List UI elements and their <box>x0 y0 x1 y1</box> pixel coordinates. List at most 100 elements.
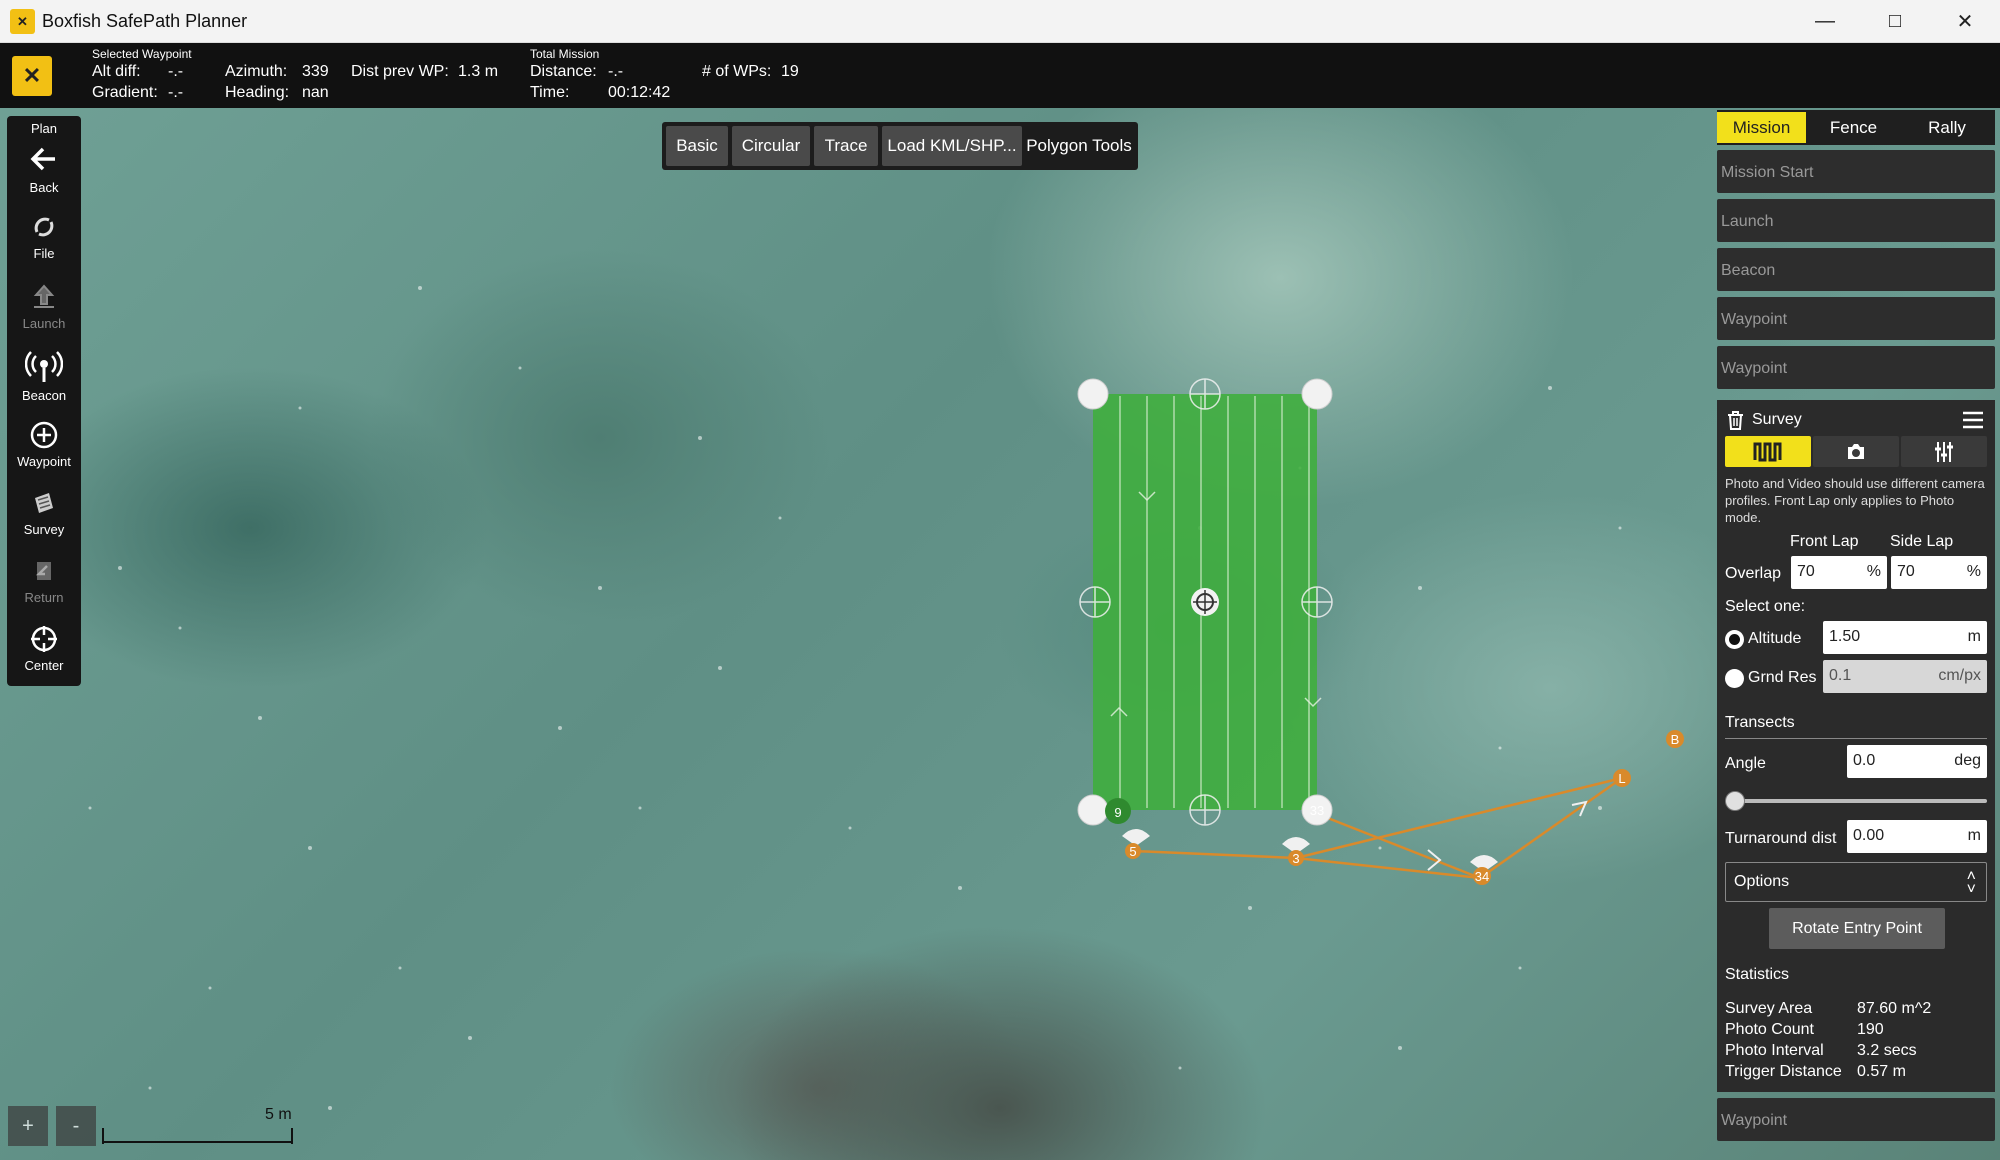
camera-icon <box>1848 444 1864 459</box>
list-item-waypoint[interactable]: Waypoint <box>1717 297 1995 340</box>
marker-3-label: 3 <box>1292 851 1299 866</box>
boxfish-logo-icon[interactable]: ✕ <box>12 56 52 96</box>
chevron-updown-icon: ˄ ˅ <box>1966 868 1976 898</box>
stat-label: Photo Interval <box>1725 1042 1824 1059</box>
tab-fence[interactable]: Fence <box>1809 112 1898 143</box>
polygon-toolbar: Basic Circular Trace Load KML/SHP... Pol… <box>662 122 1138 170</box>
polygon-tools-button[interactable]: Polygon Tools <box>1024 126 1134 166</box>
options-label: Options <box>1734 873 1790 890</box>
azimuth-value: 339 <box>302 63 329 80</box>
wps-value: 19 <box>781 63 799 80</box>
tab-survey-pattern[interactable] <box>1725 436 1811 467</box>
side-lap-unit: % <box>1966 563 1981 580</box>
launch-button[interactable]: Launch <box>7 282 81 331</box>
azimuth-label: Azimuth: <box>225 63 288 80</box>
map-overlay: 9 5 3 33 34 L B <box>58 286 1684 1144</box>
statistics-header: Statistics <box>1725 966 1790 983</box>
angle-label: Angle <box>1725 755 1766 772</box>
polygon-center-handle[interactable] <box>1191 588 1219 616</box>
center-button[interactable]: Center <box>7 624 81 673</box>
beacon-button[interactable]: Beacon <box>7 350 81 403</box>
sliders-icon <box>1935 442 1953 462</box>
waypoint-button[interactable]: Waypoint <box>7 420 81 469</box>
survey-icon <box>35 493 53 513</box>
rotate-entry-point-button[interactable]: Rotate Entry Point <box>1769 908 1945 949</box>
grnd-res-value: 0.1 <box>1829 667 1852 684</box>
tab-camera[interactable] <box>1813 436 1899 467</box>
marker-9-label: 9 <box>1114 805 1121 820</box>
maximize-button[interactable]: □ <box>1860 0 1930 43</box>
zoom-out-button[interactable]: - <box>56 1106 96 1146</box>
survey-title: Survey <box>1752 411 1802 428</box>
list-item-waypoint[interactable]: Waypoint <box>1717 346 1995 389</box>
trash-icon[interactable] <box>1726 410 1745 430</box>
mission-status-bar: ✕ Selected Waypoint Alt diff: -.- Gradie… <box>0 43 2000 108</box>
map-view[interactable]: 9 5 3 33 34 L B 5 m + - <box>0 108 2000 1160</box>
alt-diff-value: -.- <box>168 63 184 80</box>
launch-label: Launch <box>22 316 66 331</box>
plan-header: Plan <box>30 121 58 136</box>
return-button[interactable]: Return <box>7 556 81 605</box>
close-button[interactable]: ✕ <box>1930 0 2000 43</box>
scale-label: 5 m <box>265 1106 292 1123</box>
return-label: Return <box>24 590 64 605</box>
heading-value: nan <box>302 84 329 101</box>
marker-launch-label: L <box>1618 771 1625 786</box>
time-label: Time: <box>530 84 570 101</box>
grnd-res-radio[interactable] <box>1725 669 1744 688</box>
distance-label: Distance: <box>530 63 597 80</box>
time-value: 00:12:42 <box>608 84 671 101</box>
back-label: Back <box>29 180 59 195</box>
options-dropdown[interactable]: Options ˄ ˅ <box>1725 862 1987 902</box>
turnaround-unit: m <box>1967 827 1981 844</box>
survey-label: Survey <box>23 522 65 537</box>
angle-slider-track[interactable] <box>1725 799 1987 803</box>
back-button[interactable]: Back <box>7 142 81 195</box>
circular-button[interactable]: Circular <box>732 126 810 166</box>
front-lap-label: Front Lap <box>1790 533 1859 550</box>
waypoint-plus-icon <box>30 421 58 449</box>
trace-button[interactable]: Trace <box>814 126 878 166</box>
alt-diff-label: Alt diff: <box>92 63 141 80</box>
map-scale-bar <box>102 1128 293 1144</box>
dist-prev-value: 1.3 m <box>458 63 499 80</box>
angle-value: 0.0 <box>1853 752 1876 769</box>
list-item-mission-start[interactable]: Mission Start <box>1717 150 1995 193</box>
list-item-launch[interactable]: Launch <box>1717 199 1995 242</box>
file-button[interactable]: File <box>7 212 81 261</box>
tab-settings[interactable] <box>1901 436 1987 467</box>
mission-panel: Mission Fence Rally Mission Start Launch… <box>1717 110 1995 1160</box>
survey-button[interactable]: Survey <box>7 488 81 537</box>
plan-toolbar: Plan Back File Launch Beacon Waypoint Su… <box>7 116 81 686</box>
selected-waypoint-header: Selected Waypoint <box>92 47 192 61</box>
crosshair-icon <box>31 626 57 652</box>
list-item-beacon[interactable]: Beacon <box>1717 248 1995 291</box>
wps-label: # of WPs: <box>702 63 772 80</box>
side-lap-field[interactable]: 70 % <box>1891 556 1987 589</box>
file-label: File <box>33 246 55 261</box>
turnaround-field[interactable]: 0.00 m <box>1847 820 1987 853</box>
gradient-value: -.- <box>168 84 184 101</box>
load-kml-button[interactable]: Load KML/SHP... <box>882 126 1022 166</box>
grnd-res-field[interactable]: 0.1 cm/px <box>1823 660 1987 693</box>
altitude-field[interactable]: 1.50 m <box>1823 621 1987 654</box>
gradient-label: Gradient: <box>92 84 158 101</box>
zoom-in-button[interactable]: + <box>8 1106 48 1146</box>
angle-slider-handle[interactable] <box>1725 791 1745 811</box>
minimize-button[interactable]: — <box>1790 0 1860 43</box>
select-one-label: Select one: <box>1725 598 1806 615</box>
hamburger-menu-icon[interactable] <box>1962 411 1984 429</box>
boxfish-logo-icon: ✕ <box>10 9 35 34</box>
tab-rally[interactable]: Rally <box>1901 112 1993 143</box>
marker-33-label: 33 <box>1310 803 1324 818</box>
transects-divider <box>1725 738 1987 739</box>
front-lap-field[interactable]: 70 % <box>1791 556 1887 589</box>
side-lap-value: 70 <box>1897 563 1915 580</box>
angle-field[interactable]: 0.0 deg <box>1847 745 1987 778</box>
altitude-radio[interactable] <box>1725 630 1744 649</box>
list-item-waypoint[interactable]: Waypoint <box>1717 1098 1995 1141</box>
turnaround-value: 0.00 <box>1853 827 1885 844</box>
basic-button[interactable]: Basic <box>666 126 728 166</box>
angle-unit: deg <box>1954 752 1981 769</box>
tab-mission[interactable]: Mission <box>1717 112 1806 143</box>
